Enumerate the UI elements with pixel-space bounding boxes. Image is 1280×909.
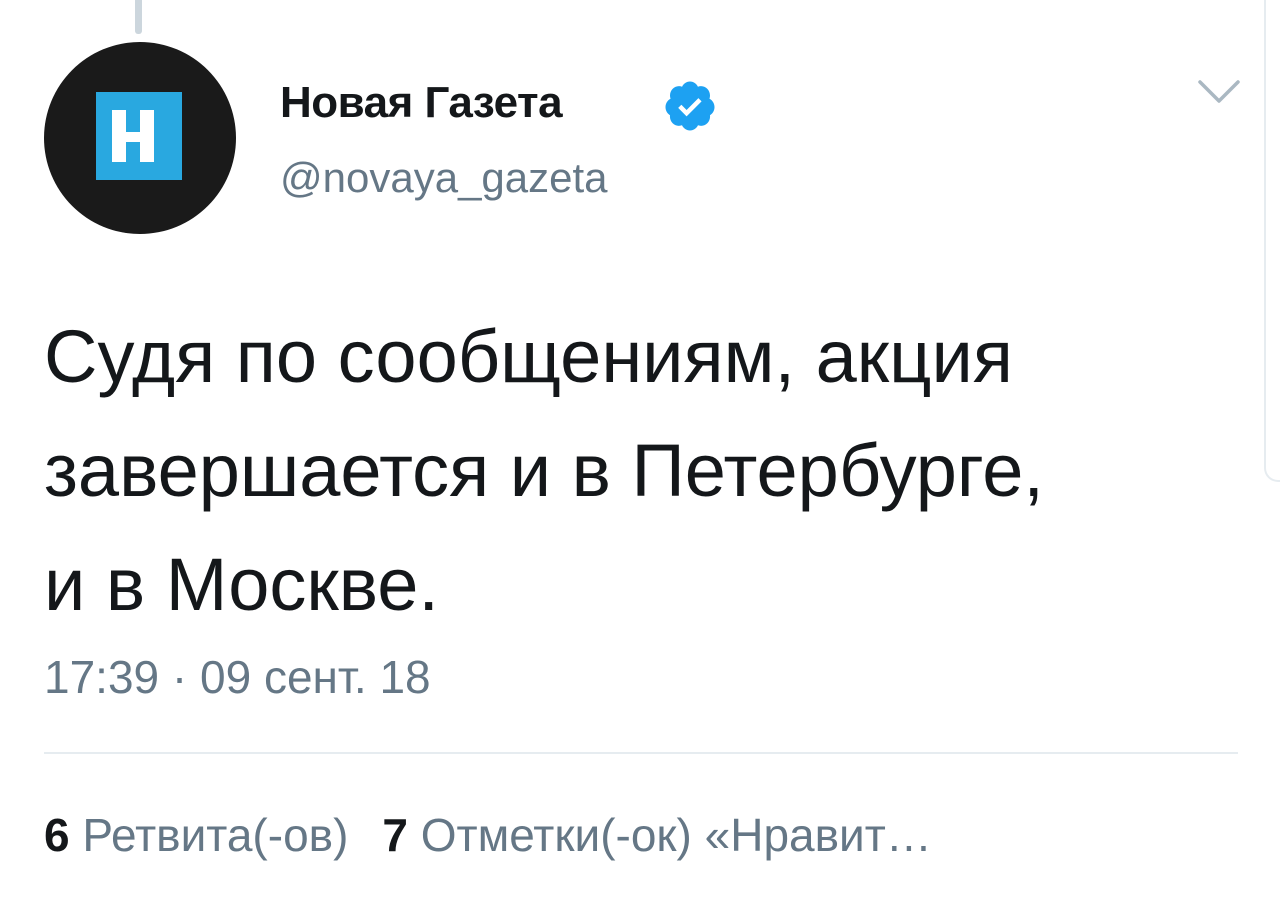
retweets-stat[interactable]: 6 Ретвита(-ов) (44, 809, 348, 861)
tweet-text-line: Судя по сообщениям, акция (44, 315, 1013, 398)
tweet-text-line: и в Москве. (44, 543, 439, 626)
tweet-timestamp[interactable]: 17:39 · 09 сент. 18 (44, 650, 431, 704)
author-display-name[interactable]: Новая Газета (280, 78, 563, 128)
like-count: 7 (382, 809, 408, 861)
chevron-down-icon[interactable] (1196, 78, 1242, 106)
tweet-text-line: завершается и в Петербурге, (44, 429, 1044, 512)
avatar[interactable] (44, 42, 236, 234)
like-label: Отметки(-ок) «Нравит… (420, 809, 932, 861)
divider (44, 752, 1238, 754)
author-handle[interactable]: @novaya_gazeta (280, 154, 608, 202)
verified-badge-icon (665, 81, 715, 131)
novaya-gazeta-logo-icon (96, 92, 182, 180)
thread-connector-line (135, 0, 142, 34)
tweet-stats: 6 Ретвита(-ов) 7 Отметки(-ок) «Нравит… (44, 808, 1244, 862)
likes-stat[interactable]: 7 Отметки(-ок) «Нравит… (382, 809, 931, 861)
tweet-text: Судя по сообщениям, акция завершается и … (44, 300, 1244, 642)
scroll-edge (1264, 0, 1280, 482)
retweet-count: 6 (44, 809, 70, 861)
retweet-label: Ретвита(-ов) (82, 809, 349, 861)
